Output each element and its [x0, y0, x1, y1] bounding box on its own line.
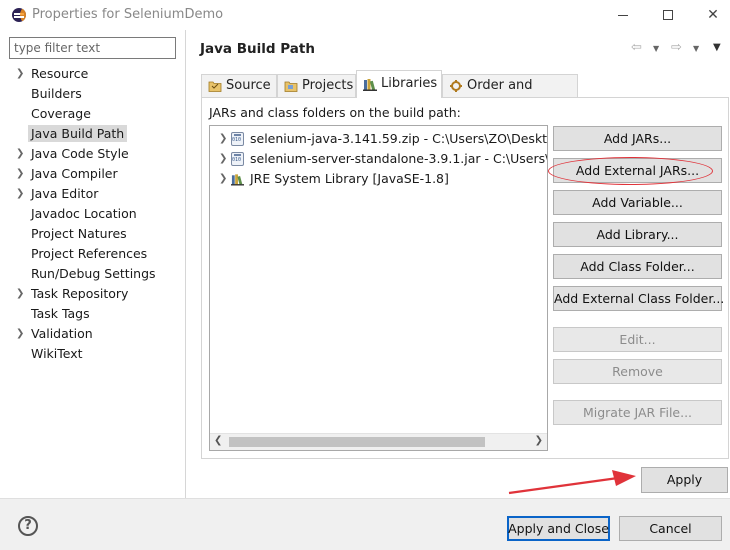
tree-item-task-repository[interactable]: ❯ Task Repository: [0, 284, 186, 304]
add-variable-button[interactable]: Add Variable...: [553, 190, 722, 215]
add-class-folder-button[interactable]: Add Class Folder...: [553, 254, 722, 279]
list-item[interactable]: ❯ selenium-server-standalone-3.9.1.jar -…: [210, 149, 547, 169]
chevron-right-icon[interactable]: ❯: [16, 164, 24, 184]
chevron-right-icon[interactable]: ❯: [219, 129, 227, 149]
list-item[interactable]: ❯ selenium-java-3.141.59.zip - C:\Users\…: [210, 129, 547, 149]
libraries-panel: JARs and class folders on the build path…: [201, 97, 729, 459]
properties-tree: ❯ Resource Builders Coverage Java Build P…: [0, 64, 186, 364]
tree-item-java-code-style[interactable]: ❯ Java Code Style: [0, 144, 186, 164]
tab-projects[interactable]: Projects: [277, 74, 356, 97]
scroll-left-icon[interactable]: ❮: [214, 435, 222, 446]
jar-icon: [231, 152, 244, 166]
cancel-button[interactable]: Cancel: [619, 516, 722, 541]
tree-item-builders[interactable]: Builders: [0, 84, 186, 104]
remove-button[interactable]: Remove: [553, 359, 722, 384]
chevron-right-icon[interactable]: ❯: [219, 149, 227, 169]
horizontal-scrollbar[interactable]: ❮ ❯: [210, 433, 547, 450]
chevron-right-icon[interactable]: ❯: [219, 169, 227, 189]
tree-item-java-build-path[interactable]: Java Build Path: [0, 124, 186, 144]
add-external-jars-button[interactable]: Add External JARs...: [553, 158, 722, 183]
chevron-right-icon[interactable]: ❯: [16, 184, 24, 204]
minimize-button[interactable]: [609, 4, 637, 26]
forward-dropdown-icon[interactable]: ▼: [693, 44, 699, 53]
tree-item-project-natures[interactable]: Project Natures: [0, 224, 186, 244]
title-bar: Properties for SeleniumDemo ✕: [0, 0, 730, 30]
dialog-button-bar: ? Apply and Close Cancel: [0, 498, 730, 550]
maximize-button[interactable]: [654, 4, 682, 26]
chevron-right-icon[interactable]: ❯: [16, 144, 24, 164]
tree-item-validation[interactable]: ❯ Validation: [0, 324, 186, 344]
chevron-right-icon[interactable]: ❯: [16, 324, 24, 344]
tree-item-resource[interactable]: ❯ Resource: [0, 64, 186, 84]
scrollbar-thumb[interactable]: [229, 437, 485, 447]
forward-arrow-icon[interactable]: ⇨: [671, 40, 682, 55]
migrate-jar-button[interactable]: Migrate JAR File...: [553, 400, 722, 425]
filter-input[interactable]: [9, 37, 176, 59]
tree-item-javadoc-location[interactable]: Javadoc Location: [0, 204, 186, 224]
eclipse-icon: [12, 8, 26, 22]
maximize-icon: [663, 10, 673, 20]
tab-order-and-export[interactable]: Order and Export: [442, 74, 578, 115]
back-dropdown-icon[interactable]: ▼: [653, 44, 659, 53]
tree-item-java-compiler[interactable]: ❯ Java Compiler: [0, 164, 186, 184]
chevron-right-icon[interactable]: ❯: [16, 64, 24, 84]
source-folder-icon: [208, 81, 222, 92]
apply-button[interactable]: Apply: [641, 467, 728, 493]
minimize-icon: [618, 14, 628, 16]
libraries-tree[interactable]: ❯ selenium-java-3.141.59.zip - C:\Users\…: [209, 125, 548, 451]
scroll-right-icon[interactable]: ❯: [535, 435, 543, 446]
tab-libraries[interactable]: Libraries: [356, 70, 442, 98]
libraries-icon: [363, 79, 377, 91]
view-menu-icon[interactable]: ▼: [713, 42, 721, 53]
add-library-button[interactable]: Add Library...: [553, 222, 722, 247]
tree-item-wikitext[interactable]: WikiText: [0, 344, 186, 364]
edit-button[interactable]: Edit...: [553, 327, 722, 352]
order-export-icon: [450, 80, 462, 92]
help-icon[interactable]: ?: [18, 516, 38, 536]
tree-item-task-tags[interactable]: Task Tags: [0, 304, 186, 324]
tree-item-coverage[interactable]: Coverage: [0, 104, 186, 124]
tree-item-run-debug-settings[interactable]: Run/Debug Settings: [0, 264, 186, 284]
window-title: Properties for SeleniumDemo: [32, 7, 224, 22]
jar-icon: [231, 132, 244, 146]
chevron-right-icon[interactable]: ❯: [16, 284, 24, 304]
tab-source[interactable]: Source: [201, 74, 277, 97]
close-button[interactable]: ✕: [699, 4, 727, 26]
page-title: Java Build Path: [200, 41, 315, 57]
back-arrow-icon[interactable]: ⇦: [631, 40, 642, 55]
tree-item-project-references[interactable]: Project References: [0, 244, 186, 264]
panel-label: JARs and class folders on the build path…: [209, 105, 461, 120]
jre-library-icon: [231, 174, 244, 186]
apply-and-close-button[interactable]: Apply and Close: [507, 516, 610, 541]
add-jars-button[interactable]: Add JARs...: [553, 126, 722, 151]
add-external-class-folder-button[interactable]: Add External Class Folder...: [553, 286, 724, 311]
preferences-sidebar: ❯Resource Builders Coverage Java Build P…: [0, 30, 186, 498]
close-icon: ✕: [707, 7, 719, 23]
tree-item-java-editor[interactable]: ❯ Java Editor: [0, 184, 186, 204]
history-navigation: ⇦ ▼ ⇨ ▼ ▼: [631, 40, 726, 58]
projects-icon: [284, 81, 298, 92]
list-item[interactable]: ❯ JRE System Library [JavaSE-1.8]: [210, 169, 547, 189]
